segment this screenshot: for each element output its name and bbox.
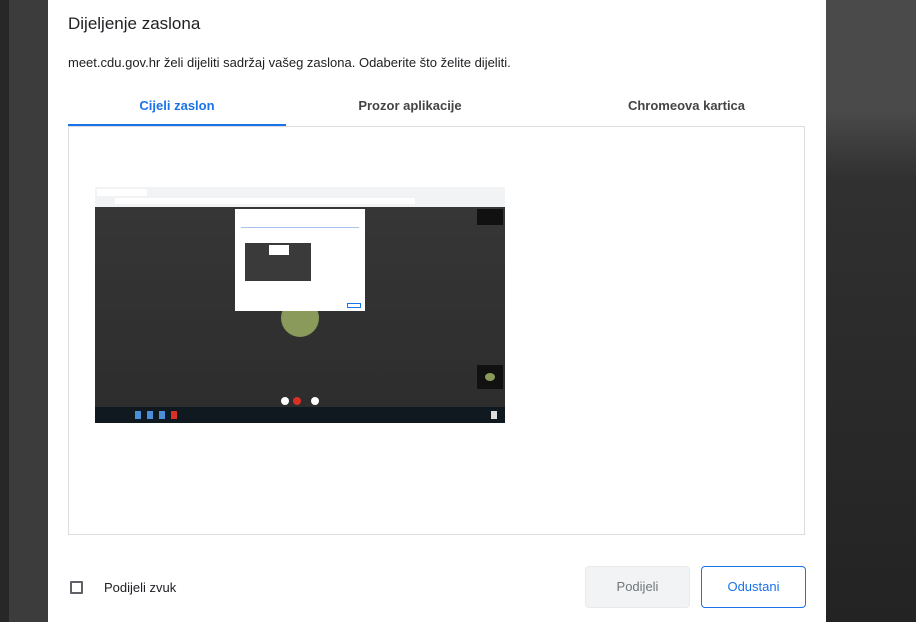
entire-screen-thumbnail[interactable] <box>95 187 505 423</box>
cancel-button[interactable]: Odustani <box>701 566 806 608</box>
thumbnail-self-view <box>477 365 503 389</box>
tab-chrome-tab[interactable]: Chromeova kartica <box>568 88 805 126</box>
share-button[interactable]: Podijeli <box>585 566 690 608</box>
thumbnail-taskbar <box>95 407 505 423</box>
dialog-subtitle: meet.cdu.gov.hr želi dijeliti sadržaj va… <box>68 55 511 70</box>
thumbnail-share-dialog <box>235 209 365 311</box>
thumbnail-meeting-stage <box>95 207 505 407</box>
thumbnail-browser-chrome <box>95 187 505 207</box>
share-audio-option[interactable]: Podijeli zvuk <box>70 578 176 596</box>
background-right <box>826 0 916 622</box>
thumbnail-video-tile <box>477 209 503 225</box>
background-left <box>0 0 9 622</box>
share-audio-checkbox[interactable] <box>70 580 83 594</box>
source-preview-pane <box>68 127 805 535</box>
share-source-tabs: Cijeli zaslon Prozor aplikacije Chromeov… <box>68 88 805 128</box>
screen-share-dialog: Dijeljenje zaslona meet.cdu.gov.hr želi … <box>48 0 826 622</box>
tab-application-window[interactable]: Prozor aplikacije <box>304 88 516 126</box>
tab-entire-screen[interactable]: Cijeli zaslon <box>68 88 286 126</box>
dialog-title: Dijeljenje zaslona <box>68 14 201 33</box>
share-audio-label: Podijeli zvuk <box>104 579 177 595</box>
